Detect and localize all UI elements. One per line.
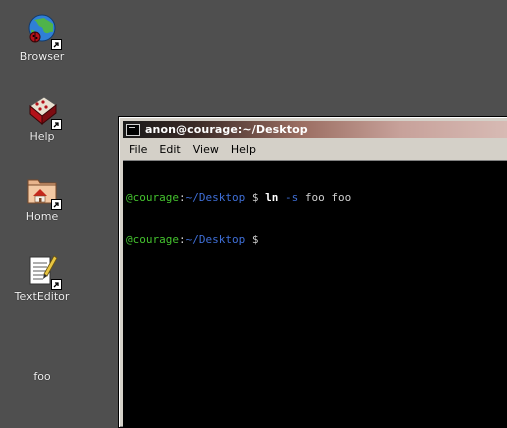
terminal-icon[interactable] [126,123,140,136]
terminal-line: @courage:~/Desktop $ ln -s foo foo [126,191,507,205]
command-flag: -s [284,191,299,204]
shortcut-arrow-icon [51,119,62,130]
shortcut-arrow-icon [51,279,62,290]
prompt-user: @courage [126,233,179,246]
prompt-dollar: $ [245,191,259,204]
shortcut-arrow-icon [51,39,62,50]
prompt-colon: : [178,233,186,246]
desktop-icon-browser[interactable]: Browser [7,12,77,63]
globe-bug-icon [24,12,62,50]
prompt-dollar: $ [245,233,259,246]
desktop-icon-home[interactable]: Home [7,172,77,223]
desktop-icon-label: Home [25,210,59,223]
desktop-icon-foo[interactable]: foo [7,332,77,383]
desktop-icon-label: foo [33,370,51,383]
menu-bar: File Edit View Help [123,140,507,158]
desktop-icon-texteditor[interactable]: TextEditor [7,252,77,303]
broken-link-icon [24,332,60,368]
help-book-icon [24,92,62,130]
menu-view[interactable]: View [187,143,225,156]
notepad-pencil-icon [24,252,62,290]
prompt-user: @courage [126,191,179,204]
window-titlebar[interactable]: anon@courage:~/Desktop [123,121,507,138]
window-title: anon@courage:~/Desktop [145,123,308,136]
terminal-line: @courage:~/Desktop $ [126,233,507,247]
command-args: foo foo [304,191,352,204]
desktop-icon-help[interactable]: Help [7,92,77,143]
command-name: ln [265,191,279,204]
prompt-path: ~/Desktop [185,233,246,246]
menu-edit[interactable]: Edit [153,143,186,156]
terminal-output[interactable]: @courage:~/Desktop $ ln -s foo foo @cour… [123,160,507,427]
desktop-icon-label: Help [29,130,55,143]
home-folder-icon [24,172,62,210]
shortcut-arrow-icon [51,199,62,210]
prompt-colon: : [178,191,186,204]
terminal-window[interactable]: anon@courage:~/Desktop File Edit View He… [118,116,507,428]
prompt-path: ~/Desktop [185,191,246,204]
menu-help[interactable]: Help [225,143,262,156]
menu-file[interactable]: File [123,143,153,156]
desktop-icon-label: TextEditor [14,290,70,303]
desktop-icon-label: Browser [19,50,65,63]
